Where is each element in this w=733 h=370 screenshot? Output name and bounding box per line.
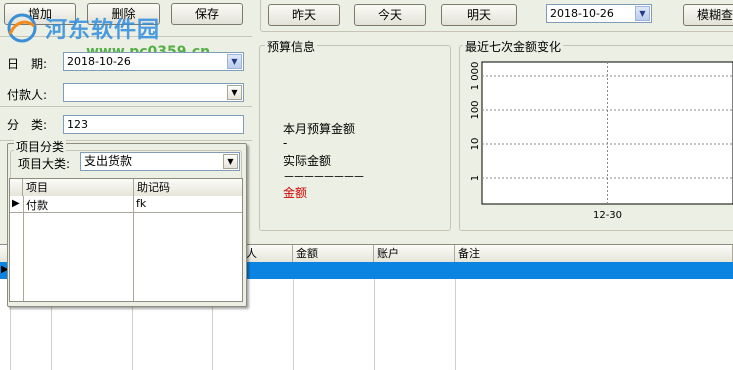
grid-column-header[interactable]: 项目 [23, 179, 134, 196]
chart-y-tick-label: 1 [470, 175, 481, 181]
chevron-down-icon[interactable]: ▼ [227, 85, 242, 100]
tomorrow-button[interactable]: 明天 [441, 4, 517, 26]
grid-cell-item[interactable]: 付款 [26, 197, 48, 213]
payer-label: 付款人: [7, 88, 48, 102]
grid-col-line [133, 196, 134, 301]
chevron-down-icon[interactable]: ▼ [223, 154, 238, 169]
big-category-label: 项目大类: [18, 157, 71, 171]
budget-dashes: －－－－－－－－ [283, 170, 365, 184]
item-category-panel: 项目分类 项目大类: 支出货款 ▼ 项目 助记码 ▶ 付款 fk [7, 138, 247, 307]
watermark-logo-icon [2, 12, 42, 44]
grid-col-line [23, 196, 24, 301]
date-value: 2018-10-26 [67, 55, 131, 68]
amount-label: 金额 [283, 186, 308, 200]
chevron-down-icon[interactable]: ▼ [635, 6, 650, 21]
row-selector-arrow-icon: ▶ [12, 198, 20, 209]
nav-date-value: 2018-10-26 [550, 7, 614, 20]
yesterday-button[interactable]: 昨天 [268, 4, 340, 26]
watermark-name: 河东软件园 [45, 18, 161, 43]
item-category-title: 项目分类 [14, 138, 67, 155]
fuzzy-search-button[interactable]: 模糊查 [683, 4, 733, 26]
nav-date-picker[interactable]: 2018-10-26 ▼ [546, 4, 652, 23]
budget-info-title: 预算信息 [265, 38, 318, 55]
chevron-down-icon[interactable]: ▼ [227, 54, 242, 69]
grid-cell-code[interactable]: fk [136, 197, 146, 210]
budget-info-panel [259, 45, 451, 231]
main-column-header[interactable]: 账户 [374, 245, 455, 262]
main-column-header[interactable]: 备注 [455, 245, 733, 262]
payer-field[interactable]: ▼ [63, 83, 244, 102]
actual-amount-label: 实际金额 [283, 154, 332, 168]
amount-chart: 1 10 100 1 000 12-30 [470, 61, 733, 221]
monthly-budget-value: - [283, 136, 288, 150]
grid-row-header-corner [10, 179, 23, 196]
chart-x-tick-label: 12-30 [593, 210, 622, 221]
big-category-select[interactable]: 支出货款 ▼ [80, 152, 240, 171]
save-button[interactable]: 保存 [171, 3, 243, 25]
divider [0, 106, 252, 107]
chart-y-tick-label: 1 000 [470, 62, 481, 91]
big-category-value: 支出货款 [84, 154, 133, 168]
main-col-line [455, 279, 456, 370]
monthly-budget-label: 本月预算金额 [283, 122, 356, 136]
chart-y-tick-label: 10 [470, 138, 481, 151]
chart-panel-title: 最近七次金额变化 [463, 38, 564, 55]
main-column-header[interactable]: 金额 [293, 245, 374, 262]
item-grid: 项目 助记码 ▶ 付款 fk [9, 178, 243, 302]
category-label: 分 类: [7, 118, 48, 132]
category-field[interactable]: 123 [63, 115, 244, 134]
chart-y-tick-label: 100 [470, 100, 481, 119]
main-col-line [293, 279, 294, 370]
main-col-line [374, 279, 375, 370]
today-button[interactable]: 今天 [354, 4, 426, 26]
grid-column-header[interactable]: 助记码 [134, 179, 242, 196]
date-field[interactable]: 2018-10-26 ▼ [63, 52, 244, 71]
grid-row-line [10, 212, 242, 213]
date-label: 日 期: [7, 57, 48, 71]
